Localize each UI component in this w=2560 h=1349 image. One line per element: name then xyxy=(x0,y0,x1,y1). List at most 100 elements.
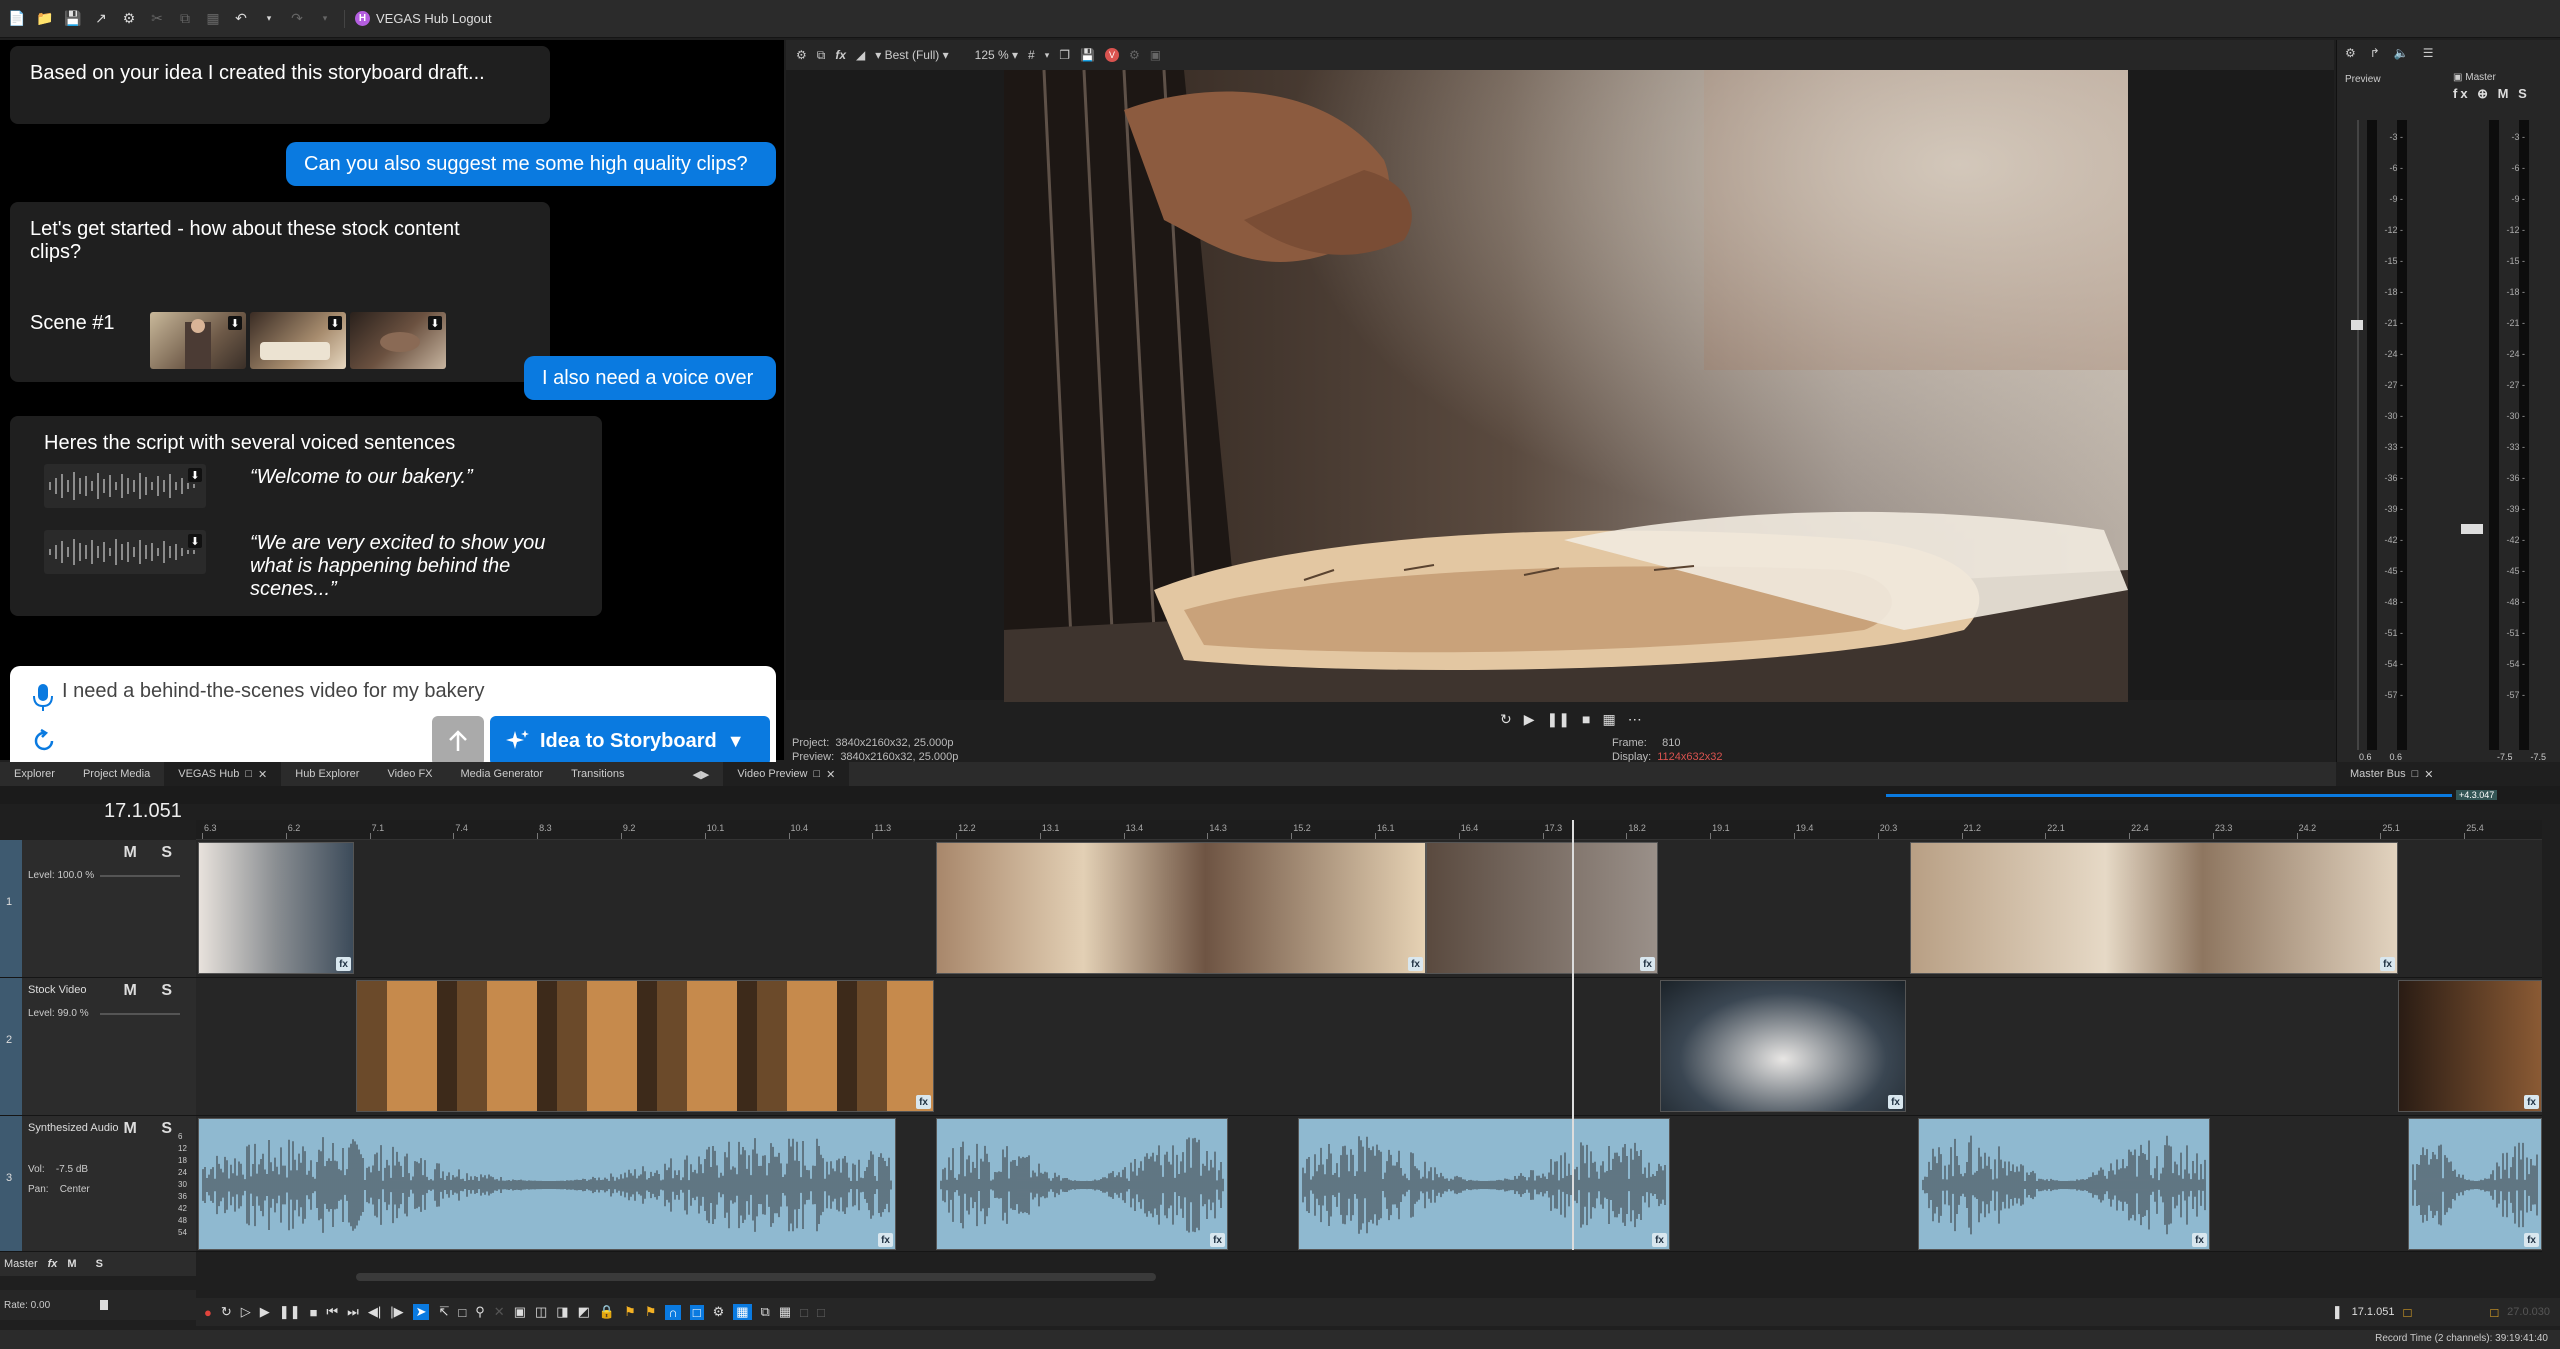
microphone-icon[interactable] xyxy=(32,682,54,712)
trim-start-icon[interactable]: ◨ xyxy=(556,1304,568,1320)
loop-region-bar[interactable] xyxy=(1886,794,2452,797)
clip-fx-button[interactable]: fx xyxy=(2524,1095,2539,1109)
chevron-down-icon[interactable]: ▼ xyxy=(727,731,745,752)
event-pan-crop-icon[interactable]: ⧉ xyxy=(761,1304,770,1320)
master-ms-buttons[interactable]: M S xyxy=(67,1258,111,1270)
crossfade-icon[interactable]: ⚙ xyxy=(713,1304,725,1320)
level-slider[interactable] xyxy=(100,875,180,877)
download-icon[interactable]: ⬇ xyxy=(328,316,342,330)
clip-fx-button[interactable]: fx xyxy=(1888,1095,1903,1109)
audio-clip[interactable]: fx xyxy=(1918,1118,2210,1250)
lock-icon[interactable]: 🔒 xyxy=(599,1304,615,1320)
scopes-icon[interactable]: ⚙ xyxy=(1129,48,1140,62)
rate-slider-handle[interactable] xyxy=(100,1300,109,1310)
speaker-icon[interactable]: 🔈 xyxy=(2394,46,2409,60)
loop-icon[interactable]: ↻ xyxy=(1500,711,1512,728)
monitor-icon[interactable]: ▣ xyxy=(1150,48,1161,62)
snapping-icon[interactable]: ∩ xyxy=(665,1304,681,1320)
tab-video-preview[interactable]: Video Preview □ ✕ xyxy=(723,762,850,786)
download-icon[interactable]: ⬇ xyxy=(188,534,202,548)
pause-icon[interactable]: ❚❚ xyxy=(1547,711,1570,728)
master-fx-icon[interactable]: fx xyxy=(48,1258,58,1270)
split-icon[interactable]: ◫ xyxy=(535,1304,547,1320)
close-icon[interactable]: ✕ xyxy=(826,768,835,781)
marker-icon[interactable]: ⚑ xyxy=(624,1304,636,1320)
vegas-logo-icon[interactable]: V xyxy=(1104,48,1119,62)
mute-solo-buttons[interactable]: M S xyxy=(124,982,182,1000)
stop-icon[interactable]: ■ xyxy=(1582,711,1590,727)
loop-region-end-icon[interactable]: □ xyxy=(2490,1305,2498,1320)
external-monitor-icon[interactable]: ⧉ xyxy=(817,48,826,63)
stock-clip-thumbnail[interactable]: ⬇ xyxy=(250,312,346,369)
audio-clip[interactable]: fx xyxy=(2408,1118,2542,1250)
video-track-1-lane[interactable]: fx fx fx fx xyxy=(196,840,2542,978)
stock-video-track-lane[interactable]: fx fx fx xyxy=(196,978,2542,1116)
event-grouping-icon[interactable]: ▦ xyxy=(733,1304,752,1320)
undock-icon[interactable]: □ xyxy=(245,768,252,780)
normal-edit-tool-icon[interactable]: ➤ xyxy=(412,1304,430,1320)
mute-solo-buttons[interactable]: M S xyxy=(124,1120,182,1138)
stock-clip-thumbnail[interactable]: ⬇ xyxy=(350,312,446,369)
track-header-video-1[interactable]: 1 M S Level: 100.0 % xyxy=(0,840,196,978)
play-icon[interactable]: ▶ xyxy=(1524,711,1535,728)
send-button[interactable] xyxy=(432,716,484,766)
settings-gear-icon[interactable]: ⚙ xyxy=(120,10,138,28)
video-clip[interactable]: fx xyxy=(936,842,1426,974)
split-screen-icon[interactable]: ◢ xyxy=(856,48,865,62)
video-clip[interactable]: fx xyxy=(1910,842,2398,974)
stop-icon[interactable]: ■ xyxy=(310,1305,318,1320)
go-to-start-icon[interactable]: ⏮ xyxy=(326,1304,338,1320)
level-slider[interactable] xyxy=(100,1013,180,1015)
zoom-tool-icon[interactable]: ⚲ xyxy=(475,1304,485,1320)
tab-transitions[interactable]: Transitions xyxy=(557,762,638,786)
clip-fx-button[interactable]: fx xyxy=(2524,1233,2539,1247)
clip-fx-button[interactable]: fx xyxy=(1652,1233,1667,1247)
video-clip[interactable]: fx xyxy=(2398,980,2542,1112)
copy-snapshot-icon[interactable]: ❐ xyxy=(1059,48,1070,62)
mixer-options-icon[interactable]: ☰ xyxy=(2423,46,2434,60)
overlays-grid-icon[interactable]: # xyxy=(1028,48,1035,62)
download-icon[interactable]: ⬇ xyxy=(428,316,442,330)
save-as-icon[interactable]: ↗ xyxy=(92,10,110,28)
timeline-horizontal-scrollbar[interactable] xyxy=(196,1270,2542,1284)
trim-end-icon[interactable]: ◩ xyxy=(578,1304,590,1320)
tab-project-media[interactable]: Project Media xyxy=(69,762,164,786)
prompt-input[interactable]: I need a behind-the-scenes video for my … xyxy=(62,680,484,703)
ignore-grouping-icon[interactable]: □ xyxy=(800,1305,808,1320)
voice-waveform-thumbnail[interactable]: ⬇ xyxy=(44,464,206,508)
mute-solo-buttons[interactable]: M S xyxy=(124,844,182,862)
tab-media-generator[interactable]: Media Generator xyxy=(447,762,558,786)
record-icon[interactable]: ● xyxy=(204,1305,212,1320)
delete-icon[interactable]: ✕ xyxy=(494,1304,505,1320)
redo-icon[interactable]: ↷ xyxy=(288,10,306,28)
preview-quality-select[interactable]: ▾ Best (Full) ▾ xyxy=(875,48,948,62)
master-bus-controls[interactable]: fx ⊕ M S xyxy=(2453,86,2530,102)
timeline-playhead[interactable] xyxy=(1572,820,1574,1250)
tab-master-bus[interactable]: Master Bus □ ✕ xyxy=(2336,762,2560,786)
video-clip[interactable]: fx xyxy=(1660,980,1906,1112)
voice-waveform-thumbnail[interactable]: ⬇ xyxy=(44,530,206,574)
insert-bus-icon[interactable]: ↱ xyxy=(2370,46,2380,60)
undo-icon[interactable]: ↶ xyxy=(232,10,250,28)
reset-icon[interactable] xyxy=(32,728,58,754)
synthesized-audio-track-lane[interactable]: fx fx fx fx fx xyxy=(196,1116,2542,1252)
close-icon[interactable]: ✕ xyxy=(258,768,267,781)
loop-playback-icon[interactable]: ↻ xyxy=(221,1304,232,1320)
open-folder-icon[interactable]: 📁 xyxy=(36,10,54,28)
scissors-icon[interactable]: ✂ xyxy=(148,10,166,28)
audio-lock-icon[interactable]: ▦ xyxy=(779,1304,791,1320)
clip-fx-button[interactable]: fx xyxy=(878,1233,893,1247)
loop-region-icon[interactable]: □ xyxy=(2403,1305,2411,1320)
tab-vegas-hub[interactable]: VEGAS Hub □ ✕ xyxy=(164,762,282,786)
audio-clip[interactable]: fx xyxy=(1298,1118,1670,1250)
undo-dropdown-icon[interactable]: ▾ xyxy=(260,10,278,28)
preview-settings-icon[interactable]: ⚙ xyxy=(796,48,807,62)
post-edit-ripple-icon[interactable]: □ xyxy=(817,1305,825,1320)
clip-fx-button[interactable]: fx xyxy=(1408,957,1423,971)
video-clip[interactable]: fx xyxy=(356,980,934,1112)
audio-clip[interactable]: fx xyxy=(198,1118,896,1250)
timeline-ruler[interactable]: 6.3 6.2 7.1 7.4 8.3 9.2 10.1 10.4 11.3 12.2 13.1 13… xyxy=(196,820,2542,840)
idea-to-storyboard-button[interactable]: Idea to Storyboard ▼ xyxy=(490,716,770,766)
clip-fx-button[interactable]: fx xyxy=(916,1095,931,1109)
audio-clip[interactable]: fx xyxy=(936,1118,1228,1250)
